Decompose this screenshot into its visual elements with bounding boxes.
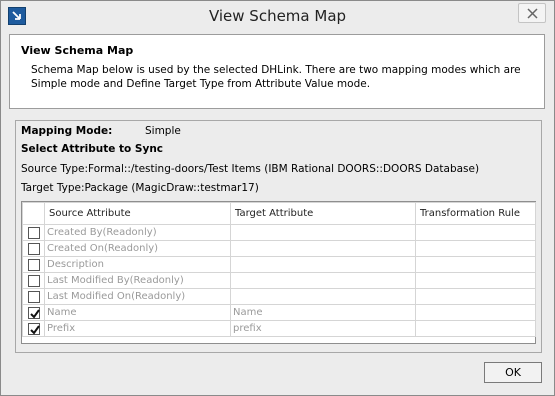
mapping-panel: Mapping Mode: Simple Select Attribute to…	[15, 120, 542, 353]
source-attribute-cell: Created By(Readonly)	[44, 224, 231, 241]
checkbox-checked[interactable]	[27, 306, 40, 319]
close-button[interactable]	[518, 3, 546, 23]
description-panel: View Schema Map Schema Map below is used…	[9, 34, 545, 109]
attribute-table: Source Attribute Target Attribute Transf…	[21, 201, 536, 344]
row-checkbox-cell	[22, 224, 45, 241]
section-title: Select Attribute to Sync	[21, 143, 164, 155]
checkbox-unchecked[interactable]	[27, 290, 40, 303]
source-attribute-cell: Name	[44, 304, 231, 321]
transformation-rule-cell[interactable]	[415, 288, 536, 305]
source-attribute-cell: Description	[44, 256, 231, 273]
source-attribute-cell: Last Modified On(Readonly)	[44, 288, 231, 305]
close-icon	[527, 8, 538, 19]
table-row[interactable]: Description	[22, 256, 536, 273]
target-attribute-cell[interactable]	[230, 224, 416, 241]
table-header-row: Source Attribute Target Attribute Transf…	[22, 202, 536, 225]
target-attribute-cell[interactable]	[230, 288, 416, 305]
transformation-rule-cell[interactable]	[415, 256, 536, 273]
check-icon	[29, 324, 40, 335]
transformation-rule-cell[interactable]	[415, 240, 536, 257]
row-checkbox-cell	[22, 320, 45, 337]
row-checkbox-cell	[22, 288, 45, 305]
table-row[interactable]: Prefix prefix	[22, 320, 536, 337]
title-bar: View Schema Map	[1, 1, 554, 31]
checkbox-unchecked[interactable]	[27, 242, 40, 255]
target-attribute-cell[interactable]	[230, 256, 416, 273]
mapping-mode-label: Mapping Mode:	[21, 125, 113, 137]
mapping-mode-value: Simple	[145, 125, 181, 137]
transformation-rule-cell[interactable]	[415, 224, 536, 241]
row-checkbox-cell	[22, 240, 45, 257]
checkbox-unchecked[interactable]	[27, 258, 40, 271]
column-header-source[interactable]: Source Attribute	[44, 202, 231, 225]
source-attribute-cell: Created On(Readonly)	[44, 240, 231, 257]
source-type: Source Type:Formal::/testing-doors/Test …	[21, 163, 480, 175]
column-header-rule[interactable]: Transformation Rule	[415, 202, 536, 225]
window-title: View Schema Map	[208, 7, 347, 25]
row-checkbox-cell	[22, 304, 45, 321]
dialog-window: View Schema Map View Schema Map Schema M…	[0, 0, 555, 396]
ok-button[interactable]: OK	[484, 362, 542, 383]
column-header-select	[22, 202, 45, 225]
source-attribute-cell: Last Modified By(Readonly)	[44, 272, 231, 289]
table-row[interactable]: Last Modified On(Readonly)	[22, 288, 536, 305]
description-text: Schema Map below is used by the selected…	[31, 64, 521, 90]
source-attribute-cell: Prefix	[44, 320, 231, 337]
target-attribute-cell[interactable]: Name	[230, 304, 416, 321]
table-row[interactable]: Last Modified By(Readonly)	[22, 272, 536, 289]
table-row[interactable]: Name Name	[22, 304, 536, 321]
target-attribute-cell[interactable]: prefix	[230, 320, 416, 337]
column-header-target[interactable]: Target Attribute	[230, 202, 416, 225]
checkbox-unchecked[interactable]	[27, 274, 40, 287]
checkbox-checked[interactable]	[27, 322, 40, 335]
checkbox-unchecked[interactable]	[27, 226, 40, 239]
table-row[interactable]: Created On(Readonly)	[22, 240, 536, 257]
target-attribute-cell[interactable]	[230, 272, 416, 289]
description-title: View Schema Map	[21, 44, 134, 57]
target-attribute-cell[interactable]	[230, 240, 416, 257]
transformation-rule-cell[interactable]	[415, 272, 536, 289]
row-checkbox-cell	[22, 256, 45, 273]
table-row[interactable]: Created By(Readonly)	[22, 224, 536, 241]
transformation-rule-cell[interactable]	[415, 304, 536, 321]
transformation-rule-cell[interactable]	[415, 320, 536, 337]
row-checkbox-cell	[22, 272, 45, 289]
check-icon	[29, 308, 40, 319]
target-type: Target Type:Package (MagicDraw::testmar1…	[21, 182, 259, 194]
